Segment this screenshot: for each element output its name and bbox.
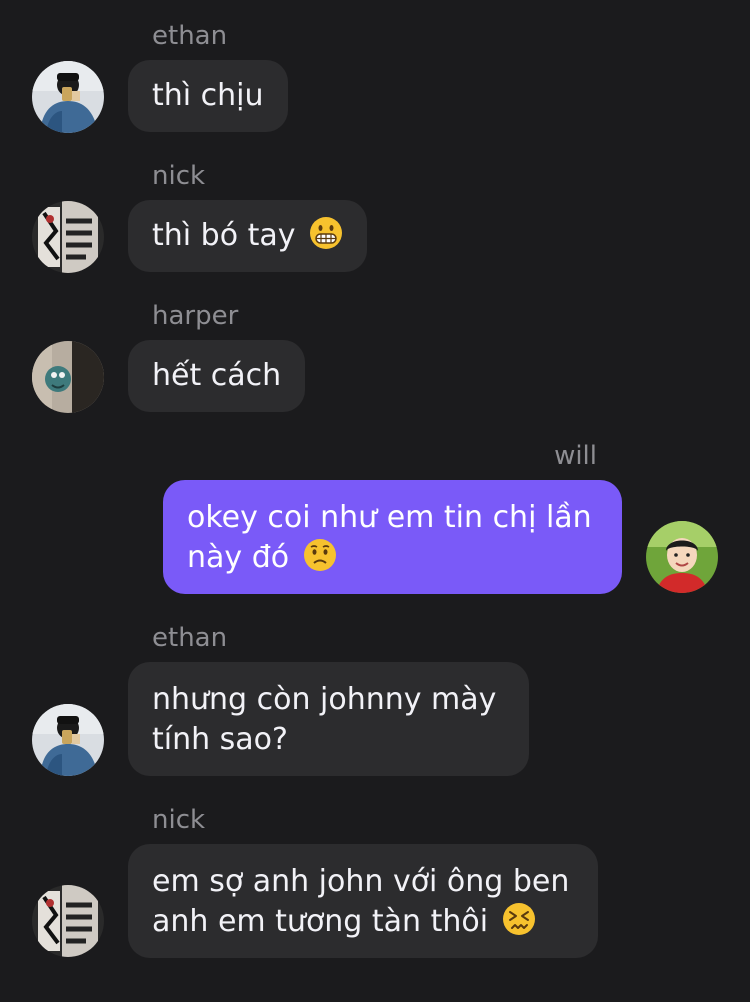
avatar-will[interactable] bbox=[646, 521, 718, 593]
sender-name: harper bbox=[152, 301, 239, 331]
avatar-ethan[interactable] bbox=[32, 61, 104, 133]
message-bubble[interactable]: hết cách bbox=[128, 340, 306, 412]
avatar-ethan[interactable] bbox=[32, 704, 104, 776]
sender-name: ethan bbox=[152, 21, 228, 51]
message-bubble[interactable]: thì chịu bbox=[128, 60, 288, 132]
message-text: này đó bbox=[187, 540, 290, 575]
message-text: thì bó tay bbox=[152, 218, 296, 253]
grimacing-face-icon bbox=[309, 216, 343, 250]
message-bubble[interactable]: thì bó tay bbox=[128, 200, 368, 272]
sender-name: will bbox=[554, 441, 597, 471]
worried-face-icon bbox=[303, 538, 337, 572]
message-bubble-outgoing[interactable]: okey coi như em tin chị lần này đó bbox=[163, 480, 622, 594]
sender-name: nick bbox=[152, 161, 206, 191]
message-text: em sợ anh john với ông ben bbox=[152, 864, 570, 899]
message-bubble[interactable]: em sợ anh john với ông ben anh em tương … bbox=[128, 844, 598, 958]
message-text: tính sao? bbox=[152, 722, 288, 757]
message-text: nhưng còn johnny mày bbox=[152, 682, 497, 717]
avatar-harper[interactable] bbox=[32, 341, 104, 413]
avatar-nick[interactable] bbox=[32, 885, 104, 957]
confounded-face-icon bbox=[502, 902, 536, 936]
message-text: hết cách bbox=[152, 358, 282, 393]
message-bubble[interactable]: nhưng còn johnny mày tính sao? bbox=[128, 662, 529, 776]
message-text: anh em tương tàn thôi bbox=[152, 904, 489, 939]
avatar-nick[interactable] bbox=[32, 201, 104, 273]
message-text: thì chịu bbox=[152, 78, 264, 113]
message-text: okey coi như em tin chị lần bbox=[187, 500, 592, 535]
sender-name: nick bbox=[152, 805, 206, 835]
sender-name: ethan bbox=[152, 623, 228, 653]
